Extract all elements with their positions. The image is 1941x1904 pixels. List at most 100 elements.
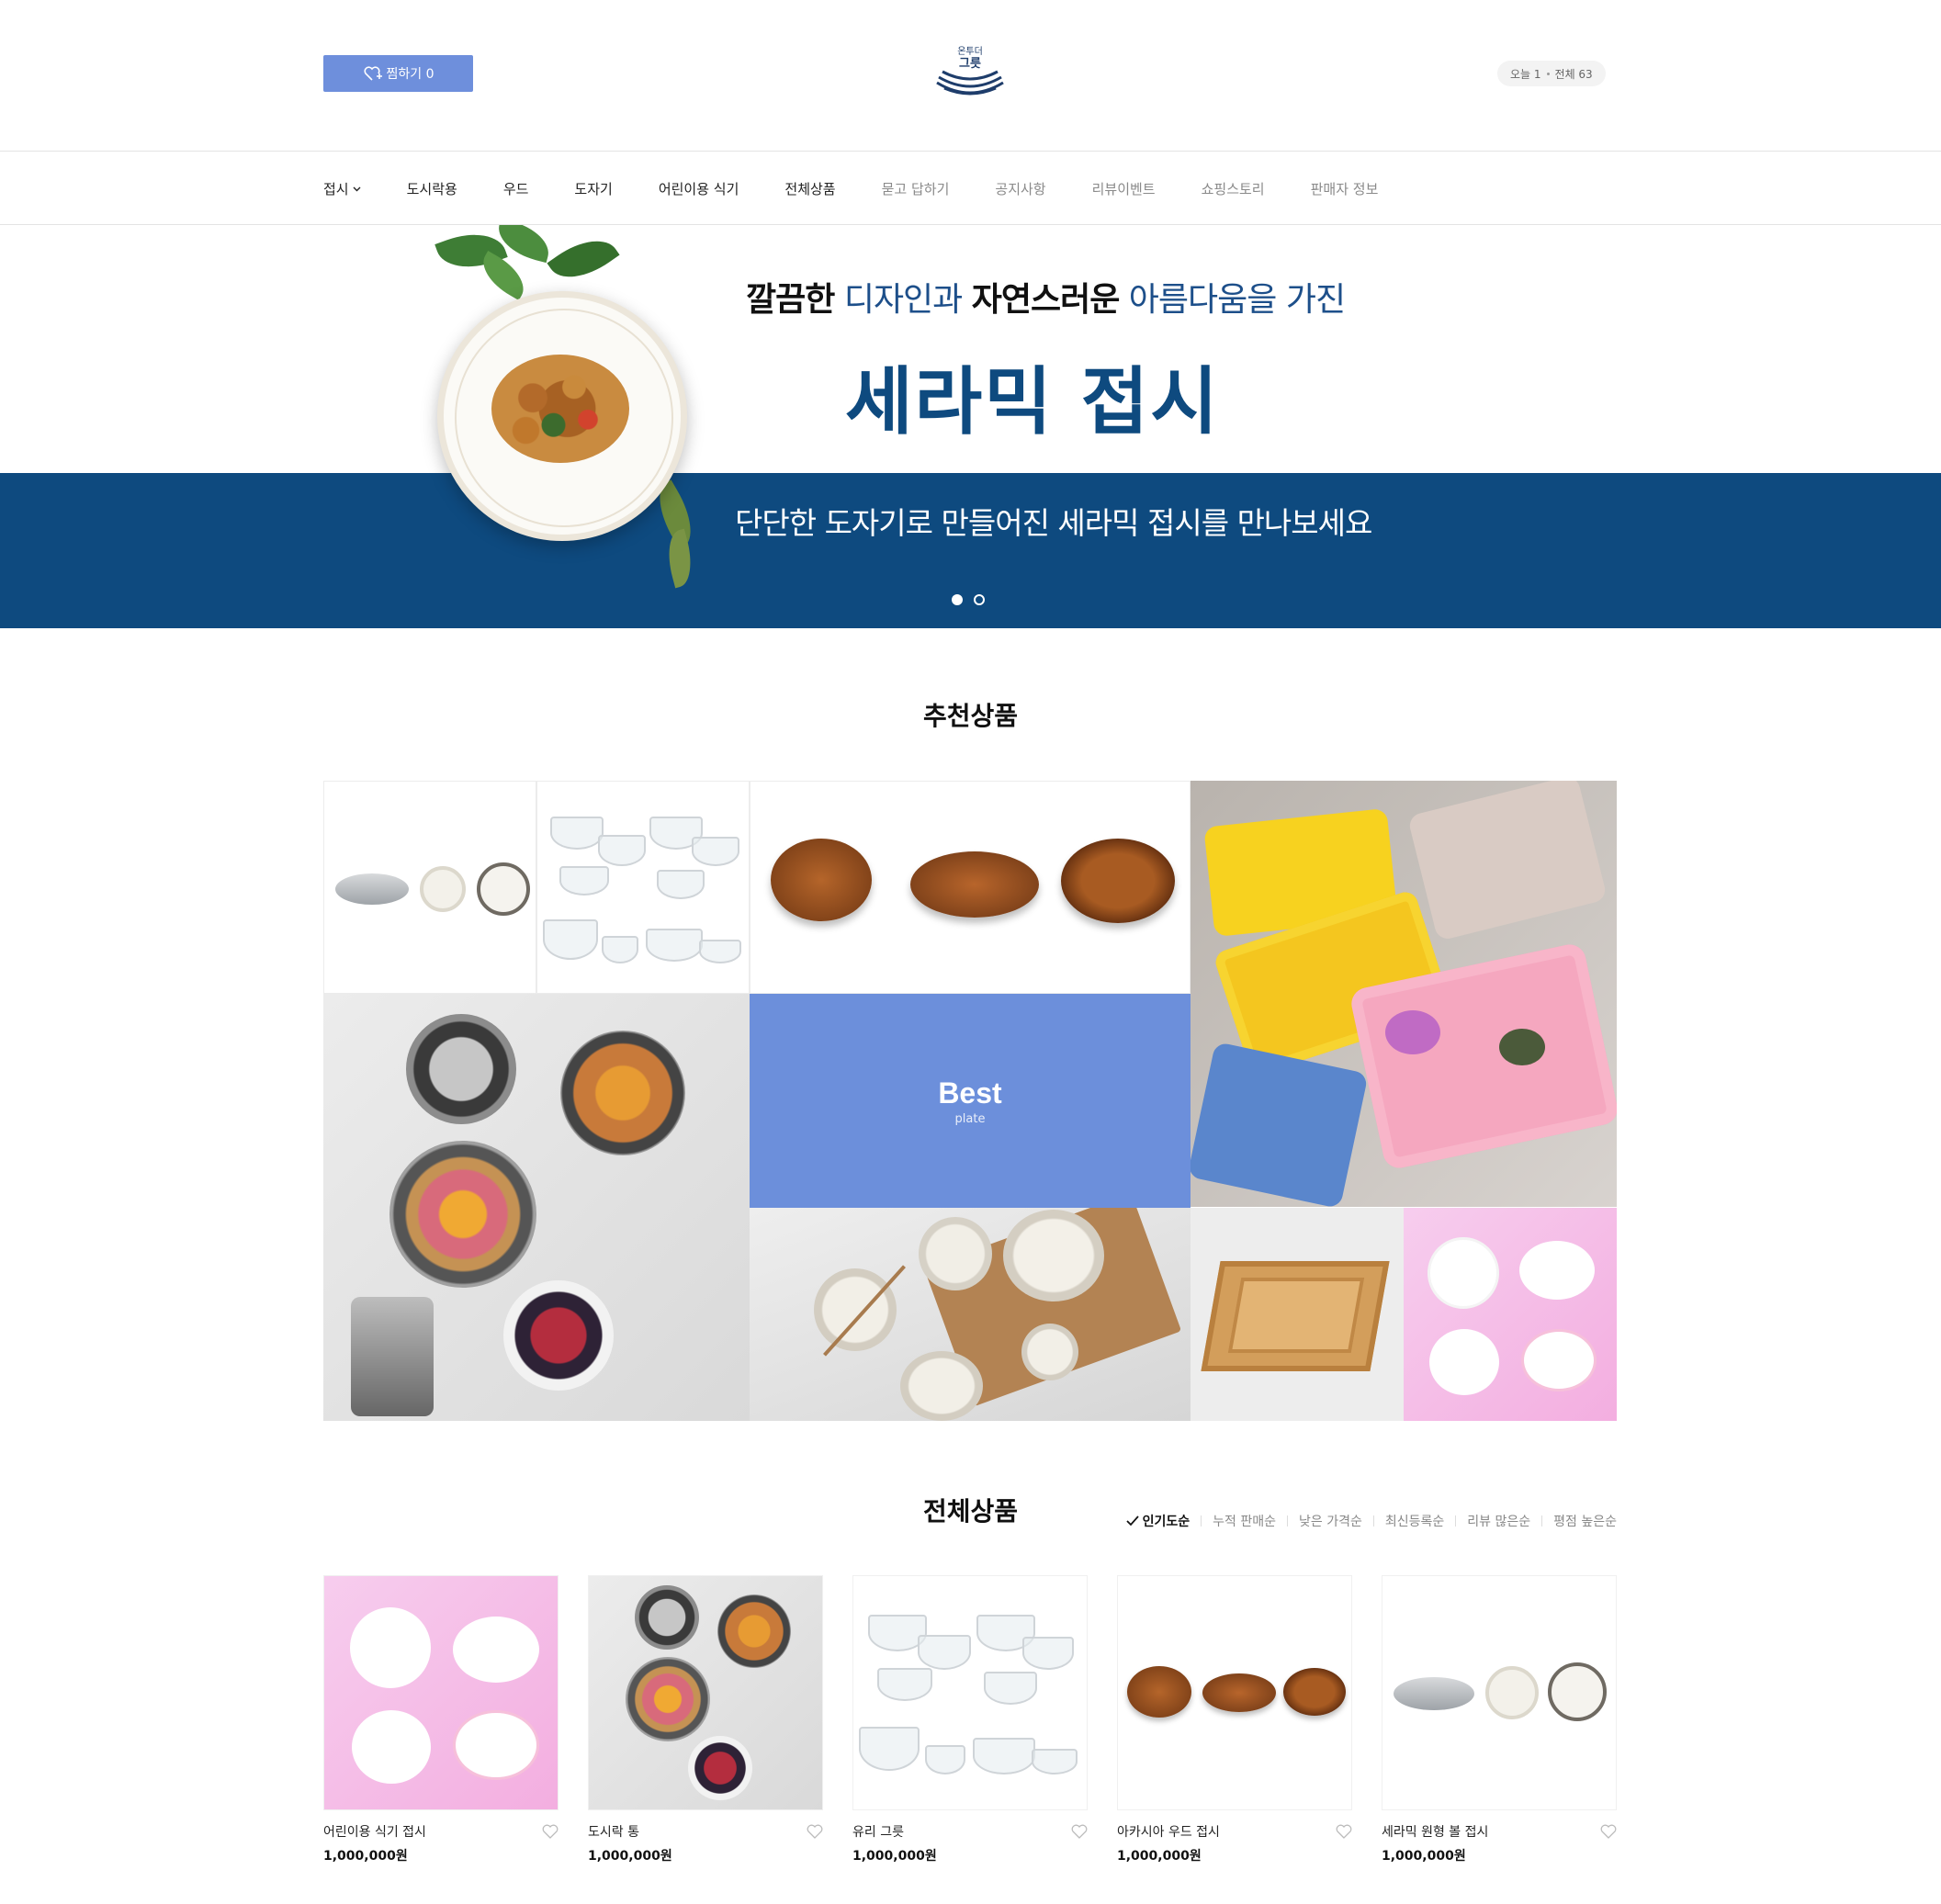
separator-dot	[1546, 72, 1550, 75]
heart-icon[interactable]	[807, 1824, 823, 1839]
ceramic-bowl-image	[1003, 1210, 1104, 1301]
rec-item-bamboo-tray[interactable]	[1191, 1208, 1404, 1421]
nav-item-kids[interactable]: 어린이용 식기	[659, 179, 739, 198]
jar-lid-image	[406, 1014, 516, 1124]
grey-bowl-image	[335, 873, 409, 905]
glass-bowl-image	[598, 835, 646, 866]
rec-item-wood-plates[interactable]	[750, 781, 1191, 994]
nav-item-lunchbox[interactable]: 도시락용	[407, 179, 457, 198]
product-price: 1,000,000원	[1382, 1849, 1466, 1864]
sort-option-newest[interactable]: 최신등록순	[1385, 1512, 1444, 1530]
sort-option-popular[interactable]: 인기도순	[1125, 1512, 1190, 1530]
smoothie-bowl-image	[717, 1594, 791, 1668]
visitor-today: 오늘 1	[1510, 67, 1541, 81]
glass-bowl-image	[692, 837, 739, 866]
best-label: Best	[938, 1076, 1002, 1110]
basil-leaf	[547, 226, 620, 292]
product-price: 1,000,000원	[1117, 1849, 1202, 1864]
sort-option-reviews[interactable]: 리뷰 많은순	[1467, 1512, 1530, 1530]
nav-item-review-event[interactable]: 리뷰이벤트	[1092, 179, 1156, 198]
product-name[interactable]: 도시락 통	[588, 1822, 639, 1841]
logo-bowl-icon	[936, 70, 1004, 96]
product-card[interactable]: 어린이용 식기 접시 1,000,000원	[323, 1575, 559, 1865]
heart-icon[interactable]	[1336, 1824, 1352, 1839]
product-card[interactable]: 세라믹 원형 볼 접시 1,000,000원	[1382, 1575, 1617, 1865]
rec-item-food-jar[interactable]	[323, 994, 750, 1421]
chevron-down-icon	[353, 186, 361, 191]
top-header: 찜하기 0 온투더 그릇 오늘 1 전체 63	[0, 0, 1941, 152]
product-name[interactable]: 아카시아 우드 접시	[1117, 1822, 1220, 1841]
product-image[interactable]	[1382, 1575, 1617, 1810]
jar-lid-image	[635, 1585, 699, 1650]
product-price: 1,000,000원	[588, 1849, 672, 1864]
kids-plate-image	[1428, 1237, 1499, 1309]
sort-option-low-price[interactable]: 낮은 가격순	[1299, 1512, 1362, 1530]
glass-dessert-cup-image	[602, 936, 638, 963]
site-logo[interactable]: 온투더 그릇	[935, 46, 1005, 97]
hero-title: 세라믹 접시	[845, 359, 1220, 445]
nav-item-wood[interactable]: 우드	[503, 179, 529, 198]
hero-tagline: 깔끔한 디자인과 자연스러운 아름다움을 가진	[746, 281, 1346, 319]
product-image[interactable]	[323, 1575, 559, 1810]
ceramic-bowl-image	[919, 1217, 992, 1290]
glass-bowl-image	[559, 866, 609, 896]
wood-oval-plate-image	[1202, 1673, 1276, 1712]
slider-dot-2[interactable]	[974, 594, 985, 605]
sort-option-rating[interactable]: 평점 높은순	[1553, 1512, 1617, 1530]
rim-plate-image	[1548, 1662, 1607, 1721]
rec-item-kids-plates[interactable]	[1404, 1208, 1617, 1421]
white-plate-image	[1485, 1666, 1539, 1719]
best-sublabel: plate	[954, 1111, 986, 1126]
wood-bowl-image	[1061, 839, 1175, 923]
product-price: 1,000,000원	[852, 1849, 937, 1864]
nav-item-plate[interactable]: 접시	[323, 179, 361, 198]
heart-icon[interactable]	[542, 1824, 559, 1839]
jar-body-image	[351, 1297, 434, 1416]
nav-item-notice[interactable]: 공지사항	[995, 179, 1045, 198]
berry-bowl-image	[503, 1280, 614, 1391]
kids-plate-image	[453, 1617, 539, 1683]
product-name[interactable]: 어린이용 식기 접시	[323, 1822, 426, 1841]
nav-item-seller-info[interactable]: 판매자 정보	[1311, 179, 1379, 198]
recommended-title: 추천상품	[922, 701, 1019, 731]
product-card[interactable]: 도시락 통 1,000,000원	[588, 1575, 823, 1865]
product-card[interactable]: 아카시아 우드 접시 1,000,000원	[1117, 1575, 1352, 1865]
nav-item-qna[interactable]: 묻고 답하기	[882, 179, 950, 198]
best-plate-banner[interactable]: Best plate	[750, 994, 1191, 1208]
product-image[interactable]	[588, 1575, 823, 1810]
product-image[interactable]	[852, 1575, 1088, 1810]
product-name[interactable]: 세라믹 원형 볼 접시	[1382, 1822, 1488, 1841]
smoothie-jar-image	[389, 1141, 536, 1288]
main-nav: 접시 도시락용 우드 도자기 어린이용 식기 전체상품 묻고 답하기 공지사항 …	[0, 152, 1941, 225]
sort-option-sales[interactable]: 누적 판매순	[1213, 1512, 1276, 1530]
rec-item-glass-bowls[interactable]	[536, 781, 750, 994]
product-name[interactable]: 유리 그릇	[852, 1822, 904, 1841]
glass-bowl-image	[984, 1672, 1037, 1705]
wood-oval-plate-image	[910, 851, 1039, 918]
glass-bowl-image	[973, 1738, 1035, 1774]
nav-item-all[interactable]: 전체상품	[784, 179, 835, 198]
hero-banner[interactable]: 깔끔한 디자인과 자연스러운 아름다움을 가진 세라믹 접시 단단한 도자기로 …	[0, 225, 1941, 628]
product-card[interactable]: 유리 그릇 1,000,000원	[852, 1575, 1088, 1865]
heart-icon[interactable]	[1071, 1824, 1088, 1839]
rec-item-ceramic-bowls[interactable]	[750, 1208, 1191, 1421]
slider-dot-1[interactable]	[952, 594, 963, 605]
white-plate-image	[420, 866, 466, 912]
glass-dessert-cup-image	[859, 1727, 920, 1771]
rec-item-silicone-lunchbox[interactable]	[1191, 781, 1617, 1207]
product-image[interactable]	[1117, 1575, 1352, 1810]
heart-icon[interactable]	[1600, 1824, 1617, 1839]
rice-ball-image	[1499, 1029, 1545, 1065]
ceramic-bowl-image	[814, 1268, 897, 1351]
ceramic-cup-image	[1021, 1324, 1078, 1380]
grey-bowl-image	[1394, 1677, 1474, 1710]
rec-item-ceramic-plates[interactable]	[323, 781, 536, 994]
product-price: 1,000,000원	[323, 1849, 408, 1864]
nav-item-shopping-story[interactable]: 쇼핑스토리	[1202, 179, 1265, 198]
nav-item-ceramic[interactable]: 도자기	[574, 179, 612, 198]
beige-lunchbox-image	[1406, 781, 1608, 941]
rim-plate-image	[477, 862, 530, 916]
product-list: 어린이용 식기 접시 1,000,000원 도시락 통 1,000,000원 유…	[323, 1575, 1617, 1865]
berry-bowl-image	[688, 1736, 752, 1800]
wishlist-button[interactable]: 찜하기 0	[323, 55, 473, 92]
